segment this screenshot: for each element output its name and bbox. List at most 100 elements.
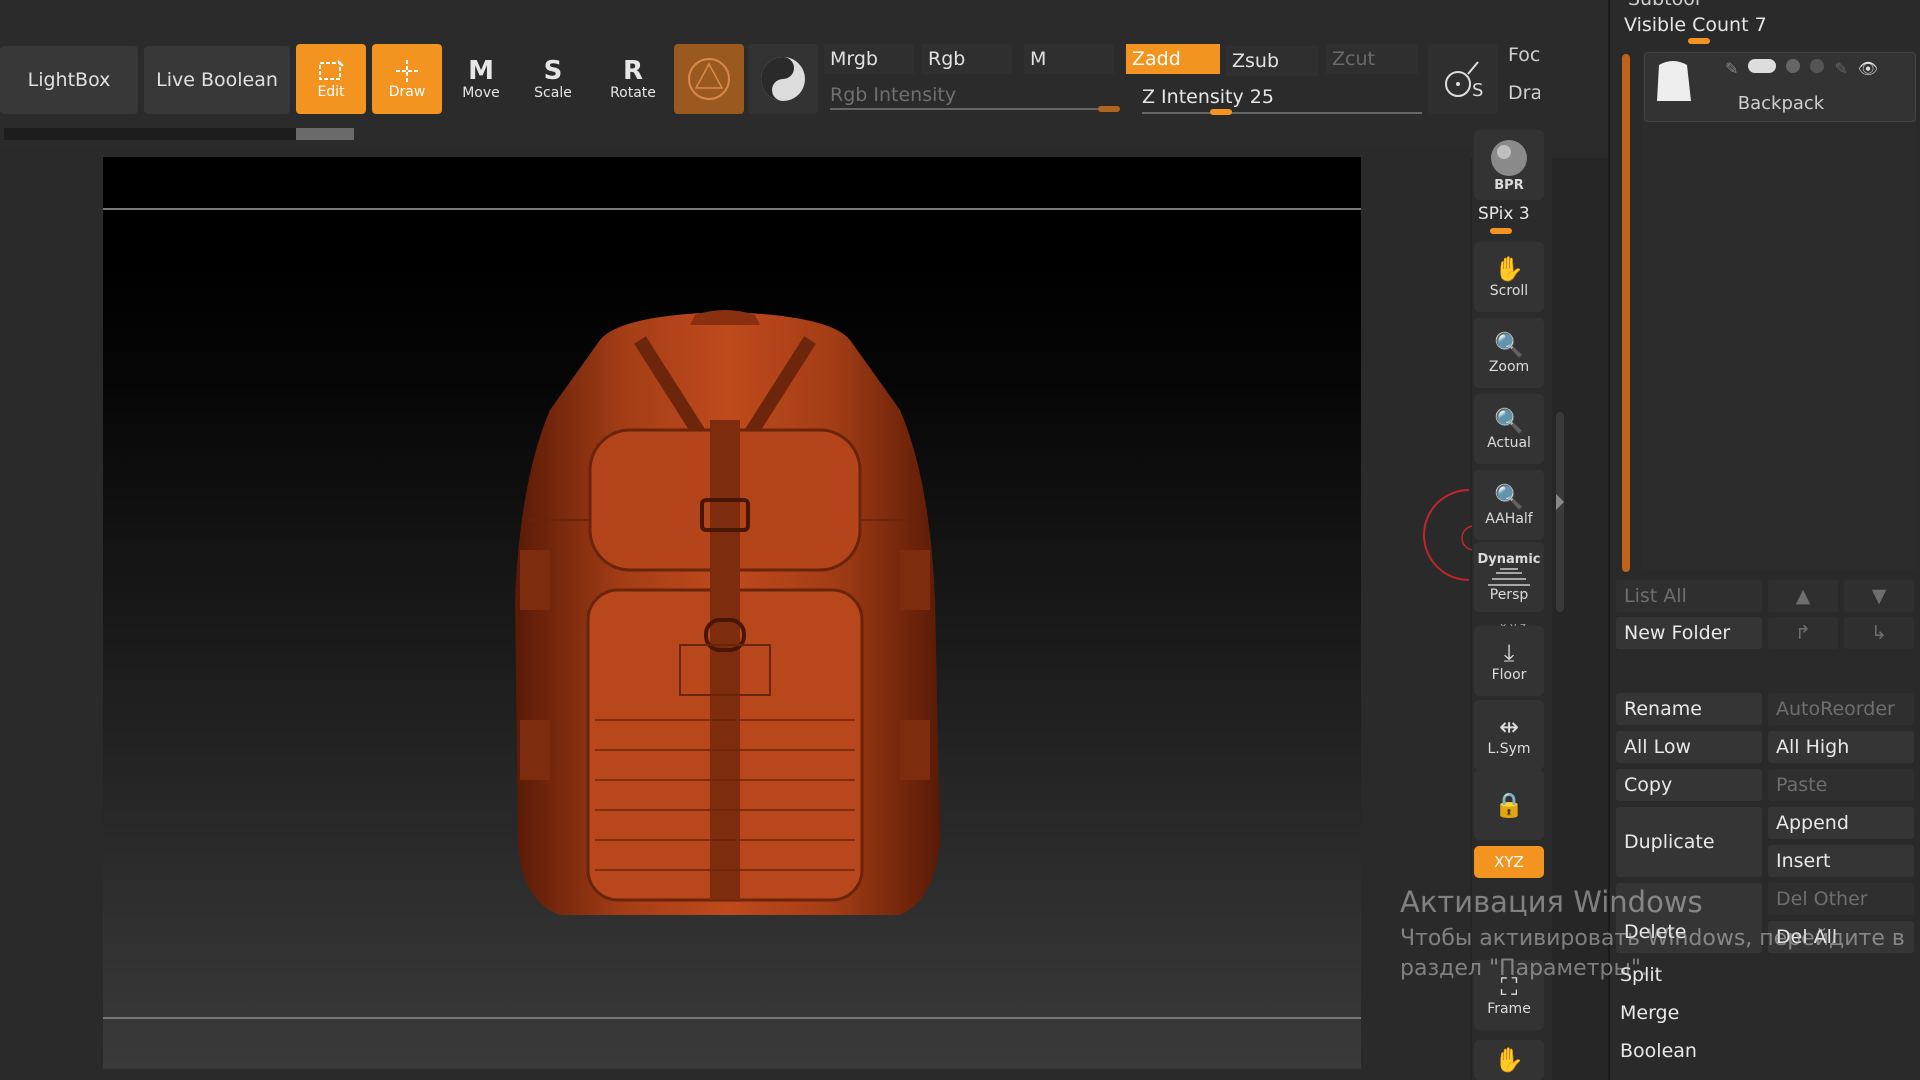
zadd-option[interactable]: Zadd bbox=[1126, 44, 1220, 74]
polypaint-icon[interactable]: ✎ bbox=[1725, 59, 1738, 78]
actual-button[interactable]: 🔍 Actual bbox=[1474, 394, 1544, 464]
sphere-icon bbox=[761, 57, 805, 101]
list-all-button[interactable]: List All bbox=[1616, 580, 1762, 612]
zcut-option[interactable]: Zcut bbox=[1326, 44, 1418, 74]
draw-icon bbox=[396, 60, 418, 82]
move-icon: M bbox=[468, 56, 494, 86]
ghost-icon[interactable] bbox=[1810, 59, 1825, 73]
move-up-button[interactable]: ▲ bbox=[1768, 580, 1838, 612]
mrgb-option[interactable]: Mrgb bbox=[824, 44, 914, 74]
scale-icon: S bbox=[543, 56, 563, 86]
rgb-intensity-slider[interactable] bbox=[830, 108, 1120, 110]
local-transform-button[interactable]: 🔒 bbox=[1474, 770, 1544, 840]
floor-button[interactable]: ⤓ Floor bbox=[1474, 626, 1544, 696]
hand-move-icon: ✋ bbox=[1494, 1046, 1524, 1074]
dynamic-label: Dynamic bbox=[1477, 551, 1541, 567]
arrow-curve-icon: ↱ bbox=[1795, 622, 1811, 644]
merge-section[interactable]: Merge bbox=[1612, 996, 1916, 1030]
activation-watermark-line2: раздел "Параметры". bbox=[1400, 956, 1648, 981]
rotate-button[interactable]: R Rotate bbox=[598, 44, 668, 114]
focal-s-label: S bbox=[1472, 80, 1484, 101]
aahalf-icon: 🔍 bbox=[1494, 483, 1524, 511]
scroll-button[interactable]: ✋ Scroll bbox=[1474, 242, 1544, 312]
rgb-option[interactable]: Rgb bbox=[922, 44, 1012, 74]
document-tabstrip[interactable] bbox=[4, 128, 354, 140]
duplicate-button[interactable]: Duplicate bbox=[1616, 807, 1762, 877]
spix-label[interactable]: SPix 3 bbox=[1478, 204, 1530, 224]
subtool-scrollbar[interactable] bbox=[1622, 54, 1630, 572]
zoom-icon: 🔍 bbox=[1494, 331, 1524, 359]
rgb-intensity-label: Rgb Intensity bbox=[830, 84, 957, 106]
focal-shift-button[interactable]: S bbox=[1428, 44, 1498, 114]
live-boolean-button[interactable]: Live Boolean bbox=[144, 46, 290, 114]
draw-size-label[interactable]: Drav bbox=[1508, 82, 1540, 104]
folder-out-button[interactable]: ↳ bbox=[1844, 617, 1914, 649]
scale-label: Scale bbox=[534, 85, 572, 101]
mask-icon[interactable] bbox=[1786, 59, 1801, 73]
focal-label[interactable]: Foca bbox=[1508, 44, 1540, 66]
rotate-label: Rotate bbox=[610, 85, 656, 101]
expand-arrow-icon[interactable] bbox=[1556, 494, 1564, 510]
lsym-button[interactable]: ⇹ L.Sym bbox=[1474, 700, 1544, 770]
scale-button[interactable]: S Scale bbox=[518, 44, 588, 114]
zsub-option[interactable]: Zsub bbox=[1226, 46, 1318, 76]
del-other-button[interactable]: Del Other bbox=[1768, 883, 1914, 915]
auto-reorder-button[interactable]: AutoReorder bbox=[1768, 693, 1914, 725]
bpr-button[interactable]: BPR bbox=[1474, 130, 1544, 200]
arrow-up-icon: ▲ bbox=[1795, 585, 1811, 607]
edit-label: Edit bbox=[317, 84, 345, 100]
draw-button[interactable]: Draw bbox=[372, 44, 442, 114]
folder-in-button[interactable]: ↱ bbox=[1768, 617, 1838, 649]
edit-icon bbox=[319, 60, 344, 80]
subtool-header[interactable]: Subtool bbox=[1628, 0, 1700, 10]
move-down-button[interactable]: ▼ bbox=[1844, 580, 1914, 612]
aahalf-button[interactable]: 🔍 AAHalf bbox=[1474, 470, 1544, 540]
boolean-section[interactable]: Boolean bbox=[1612, 1034, 1916, 1068]
backpack-model[interactable] bbox=[480, 300, 970, 940]
eye-icon[interactable]: 👁 bbox=[1858, 59, 1878, 78]
new-folder-button[interactable]: New Folder bbox=[1616, 617, 1762, 649]
z-intensity-knob[interactable] bbox=[1210, 109, 1232, 115]
floor-label: Floor bbox=[1491, 667, 1527, 683]
rgb-intensity-knob[interactable] bbox=[1098, 106, 1120, 112]
lightbox-button[interactable]: LightBox bbox=[0, 46, 138, 114]
bpr-label: BPR bbox=[1494, 177, 1524, 193]
move-view-button[interactable]: ✋ bbox=[1474, 1040, 1544, 1080]
persp-button[interactable]: Dynamic Persp bbox=[1474, 542, 1544, 612]
rgb-mode-button[interactable] bbox=[748, 44, 818, 114]
toggle-icon[interactable] bbox=[1748, 59, 1777, 73]
xyz-rotate-button[interactable]: XYZ bbox=[1474, 846, 1544, 878]
subtool-item-backpack[interactable]: ✎ ✎ 👁 Backpack bbox=[1644, 52, 1916, 122]
all-high-button[interactable]: All High bbox=[1768, 731, 1914, 763]
split-section[interactable]: Split bbox=[1612, 958, 1916, 992]
insert-button[interactable]: Insert bbox=[1768, 845, 1914, 877]
draw-label: Draw bbox=[388, 84, 426, 100]
lsym-icon: ⇹ bbox=[1498, 713, 1520, 741]
zoom-button[interactable]: 🔍 Zoom bbox=[1474, 318, 1544, 388]
copy-button[interactable]: Copy bbox=[1616, 769, 1762, 801]
m-option[interactable]: M bbox=[1024, 44, 1114, 74]
brush-icon[interactable]: ✎ bbox=[1834, 59, 1847, 78]
actual-label: Actual bbox=[1487, 435, 1531, 451]
bpr-sphere-icon bbox=[1491, 139, 1527, 176]
all-low-button[interactable]: All Low bbox=[1616, 731, 1762, 763]
visible-count-label[interactable]: Visible Count 7 bbox=[1624, 14, 1767, 36]
arrow-turn-icon: ↳ bbox=[1871, 622, 1887, 644]
subtool-list bbox=[1642, 50, 1916, 570]
material-mode-button[interactable] bbox=[674, 44, 744, 114]
spix-knob[interactable] bbox=[1490, 228, 1512, 234]
rename-button[interactable]: Rename bbox=[1616, 693, 1762, 725]
subtool-item-label: Backpack bbox=[1737, 93, 1825, 114]
lsym-label: L.Sym bbox=[1487, 741, 1531, 757]
z-intensity-slider[interactable] bbox=[1142, 112, 1422, 114]
paste-button[interactable]: Paste bbox=[1768, 769, 1914, 801]
visible-count-knob[interactable] bbox=[1688, 38, 1710, 44]
edit-button[interactable]: Edit bbox=[296, 44, 366, 114]
append-button[interactable]: Append bbox=[1768, 807, 1914, 839]
rotate-icon: R bbox=[622, 56, 644, 86]
actual-icon: 🔍 bbox=[1494, 407, 1524, 435]
material-sphere-icon bbox=[688, 58, 730, 100]
shelf-scrollbar[interactable] bbox=[1556, 412, 1564, 612]
active-tab[interactable] bbox=[296, 128, 354, 140]
move-button[interactable]: M Move bbox=[446, 44, 516, 114]
